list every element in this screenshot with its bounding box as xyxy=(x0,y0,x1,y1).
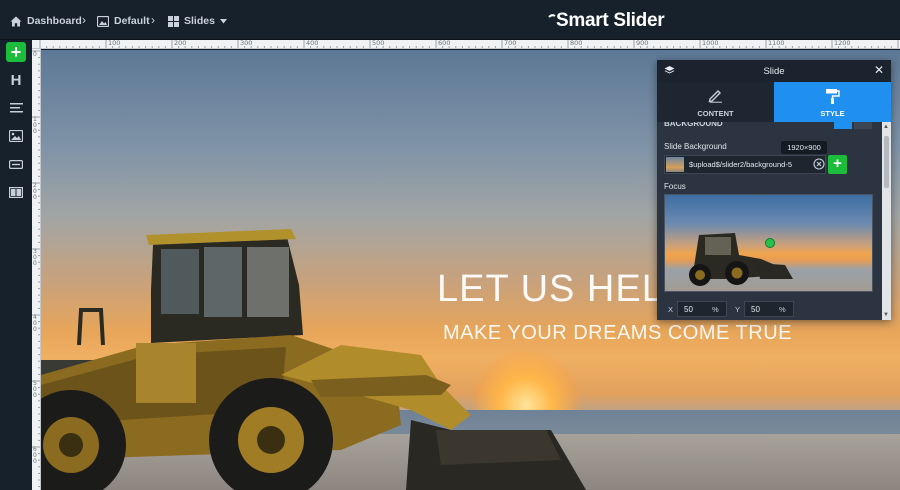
scroll-up-icon[interactable]: ▲ xyxy=(883,124,889,130)
panel-scrollbar[interactable]: ▲ ▼ xyxy=(882,122,891,320)
image-layer-button[interactable] xyxy=(6,126,26,146)
focus-y-value: 50 xyxy=(751,305,760,314)
paint-roller-icon xyxy=(826,89,840,104)
slide-background-field[interactable]: $upload$/slider2/background-5 xyxy=(664,155,826,174)
breadcrumb-dashboard[interactable]: Dashboard xyxy=(10,14,82,28)
panel-tabs: CONTENT STYLE xyxy=(657,82,891,122)
add-background-button[interactable]: + xyxy=(828,155,847,174)
ruler-label: 400 xyxy=(306,40,319,47)
grid-icon xyxy=(168,15,179,27)
image-icon xyxy=(97,15,109,27)
breadcrumb-default[interactable]: Default xyxy=(97,14,150,28)
focus-picker[interactable] xyxy=(664,194,873,292)
text-layer-button[interactable] xyxy=(6,98,26,118)
focus-x-unit: % xyxy=(712,305,719,314)
ruler-label: 3 0 0 xyxy=(33,248,37,267)
ruler-label: 600 xyxy=(438,40,451,47)
text-icon xyxy=(9,103,23,113)
ruler-label: 4 0 0 xyxy=(33,314,37,333)
button-icon xyxy=(9,159,23,169)
top-ruler[interactable]: 100 200 300 400 500 600 700 800 900 1000… xyxy=(32,40,900,49)
ruler-label: 500 xyxy=(372,40,385,47)
breadcrumb-slides[interactable]: Slides xyxy=(168,14,227,28)
row-icon xyxy=(9,186,23,198)
focus-y-unit: % xyxy=(779,305,786,314)
tab-label: CONTENT xyxy=(697,109,734,118)
scroll-down-icon[interactable]: ▼ xyxy=(883,312,889,318)
image-icon xyxy=(9,130,23,142)
close-icon[interactable]: ✕ xyxy=(874,63,884,77)
breadcrumb-label: Dashboard xyxy=(27,15,82,27)
breadcrumb-separator: › xyxy=(151,13,155,27)
button-layer-button[interactable] xyxy=(6,154,26,174)
ruler-label: 200 xyxy=(174,40,187,47)
caret-down-icon xyxy=(219,18,227,23)
add-icon: + xyxy=(833,155,842,172)
slide-headline[interactable]: LET US HEL xyxy=(437,268,664,311)
panel-body: BACKGROUND Slide Background 1920×900 $up… xyxy=(657,122,891,320)
home-icon xyxy=(10,16,22,26)
resolution-badge: 1920×900 xyxy=(781,141,827,154)
background-type-image-button[interactable] xyxy=(834,122,852,129)
breadcrumb-label: Slides xyxy=(184,15,215,27)
tab-content[interactable]: CONTENT xyxy=(657,82,774,122)
ruler-label: 300 xyxy=(240,40,253,47)
heading-icon: H xyxy=(10,71,22,89)
ruler-label: 1000 xyxy=(702,40,719,47)
panel-header[interactable]: Slide ✕ xyxy=(657,60,891,82)
slide-settings-panel: Slide ✕ CONTENT STYLE BACKGROUND Slide B… xyxy=(657,60,891,320)
focus-label: Focus xyxy=(664,182,686,191)
ruler-label: 1100 xyxy=(768,40,785,47)
background-thumbnail xyxy=(666,157,684,172)
focus-y-input[interactable]: 50 % xyxy=(744,301,794,317)
wheel-loader-image xyxy=(41,229,586,490)
breadcrumb-separator: › xyxy=(82,13,86,27)
row-layer-button[interactable] xyxy=(6,182,26,202)
ruler-label: 700 xyxy=(504,40,517,47)
add-icon: + xyxy=(10,42,22,62)
ruler-label: 100 xyxy=(108,40,121,47)
ruler-label: 1 0 0 xyxy=(33,116,37,135)
pencil-icon xyxy=(708,90,722,103)
add-layer-button[interactable]: + xyxy=(6,42,26,62)
background-type-color-button[interactable] xyxy=(854,122,872,129)
ruler-label: 2 0 0 xyxy=(33,182,37,201)
focus-preview-image xyxy=(665,195,872,291)
ruler-label: 1200 xyxy=(834,40,851,47)
ruler-label: 800 xyxy=(570,40,583,47)
focus-x-input[interactable]: 50 % xyxy=(677,301,727,317)
slide-background-label: Slide Background xyxy=(664,142,727,151)
background-path: $upload$/slider2/background-5 xyxy=(689,160,792,169)
ruler-label: 900 xyxy=(636,40,649,47)
left-ruler[interactable]: 0 1 0 0 2 0 0 3 0 0 4 0 0 5 0 0 6 0 0 xyxy=(32,49,41,490)
tab-label: STYLE xyxy=(820,109,845,118)
heading-layer-button[interactable]: H xyxy=(6,70,26,90)
breadcrumb-label: Default xyxy=(114,15,150,27)
clear-icon[interactable] xyxy=(813,158,825,170)
left-toolbar: + H xyxy=(0,40,32,490)
ruler-label: 6 0 0 xyxy=(33,446,37,465)
focus-point-handle[interactable] xyxy=(765,238,775,248)
slide-subheadline[interactable]: MAKE YOUR DREAMS COME TRUE xyxy=(443,322,792,345)
tab-style[interactable]: STYLE xyxy=(774,82,891,122)
focus-x-label: X xyxy=(668,305,674,314)
ruler-label: 0 xyxy=(33,51,37,58)
smart-slider-editor: Dashboard › Default › Slides Smart Slide… xyxy=(0,0,900,490)
logo-mark-icon xyxy=(548,14,556,18)
focus-y-label: Y xyxy=(735,305,741,314)
logo-text: Smart Slider xyxy=(556,10,665,31)
section-heading-background: BACKGROUND xyxy=(664,122,723,128)
scroll-thumb[interactable] xyxy=(884,136,889,188)
smart-slider-logo: Smart Slider xyxy=(548,8,665,34)
ruler-label: 5 0 0 xyxy=(33,380,37,399)
panel-title: Slide xyxy=(763,66,785,77)
top-bar: Dashboard › Default › Slides Smart Slide… xyxy=(0,0,900,40)
focus-x-value: 50 xyxy=(684,305,693,314)
